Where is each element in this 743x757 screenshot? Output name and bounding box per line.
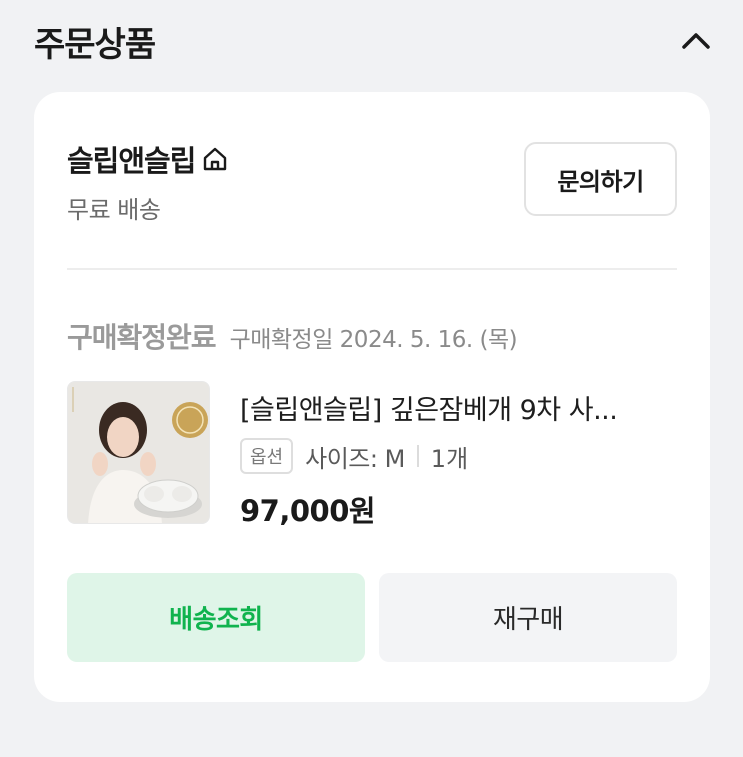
rebuy-button[interactable]: 재구매: [379, 573, 677, 662]
order-items-header: 주문상품: [0, 0, 743, 82]
seller-name: 슬립앤슬립: [67, 144, 196, 178]
purchase-confirm-date: 구매확정일 2024. 5. 16. (목): [229, 327, 518, 353]
inquiry-button[interactable]: 문의하기: [524, 142, 677, 216]
order-status-label: 구매확정완료: [67, 321, 217, 354]
section-title: 주문상품: [34, 25, 156, 65]
product-image: [68, 382, 209, 523]
option-separator: [416, 445, 419, 467]
collapse-button[interactable]: [672, 20, 720, 60]
divider: [67, 268, 677, 270]
order-card: 슬립앤슬립 무료 배송 문의하기 구매확정완료 구매확정일 2024. 5. 1…: [34, 92, 710, 702]
product-thumbnail[interactable]: [67, 381, 210, 524]
chevron-up-icon: [682, 33, 710, 49]
product-price: 97,000원: [240, 494, 376, 528]
seller-link[interactable]: 슬립앤슬립: [67, 138, 229, 180]
home-icon: [204, 147, 227, 171]
option-value: 사이즈: M: [305, 444, 405, 473]
product-title-link[interactable]: [슬립앤슬립] 깊은잠베개 9차 사...: [240, 388, 660, 427]
product-options: 옵션 사이즈: M 1개: [240, 438, 468, 474]
shipping-info: 무료 배송: [67, 196, 161, 224]
order-status-row: 구매확정완료 구매확정일 2024. 5. 16. (목): [67, 316, 518, 356]
option-tag: 옵션: [240, 438, 294, 474]
quantity: 1개: [430, 444, 469, 473]
track-delivery-button[interactable]: 배송조회: [67, 573, 365, 662]
